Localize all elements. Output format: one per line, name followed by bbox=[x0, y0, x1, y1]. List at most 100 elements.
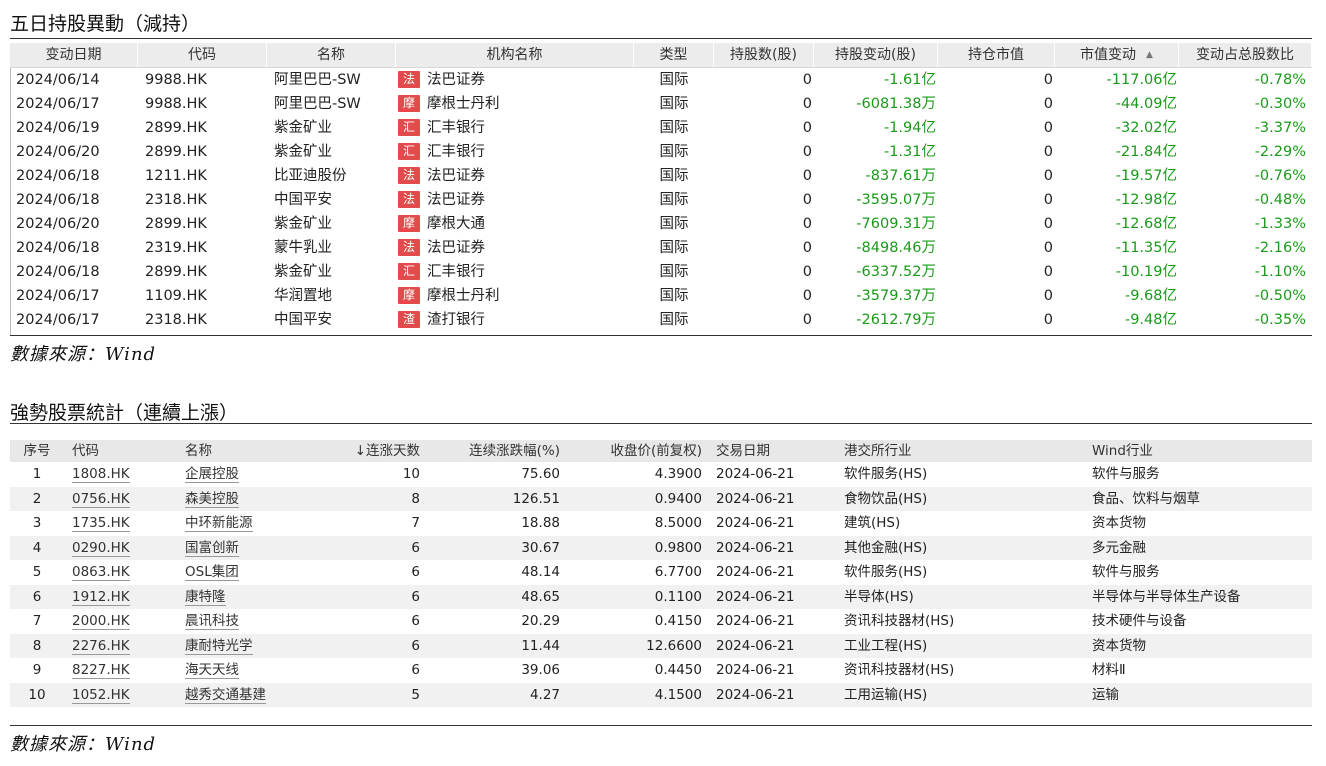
stock-code-link[interactable]: 1912.HK bbox=[72, 588, 130, 606]
cell-wind-industry: 运输 bbox=[1092, 686, 1119, 703]
stock-name-link[interactable]: 康特隆 bbox=[185, 588, 226, 606]
cell-name[interactable]: 紫金矿业 bbox=[267, 116, 396, 140]
cell-name[interactable]: 蒙牛乳业 bbox=[267, 236, 396, 260]
table-row[interactable]: 2024/06/18 2899.HK 紫金矿业汇汇丰银行 国际 0 -6337.52万 0 -… bbox=[10, 260, 1312, 284]
cell-name[interactable]: 紫金矿业 bbox=[267, 260, 396, 284]
cell-code[interactable]: 9988.HK bbox=[138, 92, 267, 116]
table-row[interactable]: 2024/06/17 9988.HK 阿里巴巴-SW 摩摩根士丹利 国际 0 -6081.3… bbox=[10, 92, 1312, 116]
stock-name-link[interactable]: 企展控股 bbox=[185, 466, 239, 483]
table-row[interactable]: 2024/06/18 2318.HK 中国平安法法巴证券 国际 0 -3595.07万 0 -… bbox=[10, 188, 1312, 212]
table-row[interactable]: 2024/06/20 2899.HK 紫金矿业摩摩根大通 国际 0 -7609.31万 0 -… bbox=[10, 212, 1312, 236]
table-row[interactable]: 10 1052.HK 越秀交通基建 5 4.27 4.1500 2024-06-21 工用运输… bbox=[10, 682, 1312, 707]
col-header-shares[interactable]: 持股数(股) bbox=[714, 43, 814, 67]
cell-name[interactable]: 紫金矿业 bbox=[267, 212, 396, 236]
table-row[interactable]: 1 1808.HK 企展控股 10 75.60 4.3900 2024-06-21 软件服务(… bbox=[10, 462, 1312, 487]
institution-name[interactable]: 汇丰银行 bbox=[427, 144, 485, 160]
cell-code[interactable]: 2318.HK bbox=[138, 188, 267, 212]
cell-code[interactable]: 2899.HK bbox=[138, 212, 267, 236]
col-header-code[interactable]: 代码 bbox=[138, 43, 267, 67]
institution-name[interactable]: 摩根士丹利 bbox=[427, 288, 500, 304]
table-row[interactable]: 2024/06/18 2319.HK 蒙牛乳业法法巴证券 国际 0 -8498.46万 0 -… bbox=[10, 236, 1312, 260]
cell-code[interactable]: 2899.HK bbox=[138, 140, 267, 164]
table-row[interactable]: 2024/06/18 1211.HK 比亚迪股份法法巴证券 国际 0 -837.61万 0 -… bbox=[10, 164, 1312, 188]
cell-code[interactable]: 2318.HK bbox=[138, 308, 267, 332]
col-header-close[interactable]: 收盘价(前复权) bbox=[566, 440, 708, 462]
stock-code-link[interactable]: 0290.HK bbox=[72, 539, 130, 557]
stock-code-link[interactable]: 1052.HK bbox=[72, 686, 130, 704]
stock-name-link[interactable]: 晨讯科技 bbox=[185, 613, 239, 630]
cell-name[interactable]: 紫金矿业 bbox=[267, 140, 396, 164]
institution-name[interactable]: 法巴证券 bbox=[427, 240, 485, 256]
table-row[interactable]: 2024/06/17 2318.HK 中国平安渣渣打银行 国际 0 -2612.79万 0 -… bbox=[10, 308, 1312, 332]
col-header-mv-change[interactable]: 市值变动 ▲ bbox=[1055, 43, 1179, 67]
cell-code: 1808.HK bbox=[64, 462, 176, 487]
table-row[interactable]: 6 1912.HK 康特隆 6 48.65 0.1100 2024-06-21 半导体(HS)… bbox=[10, 584, 1312, 609]
cell-name[interactable]: 中国平安 bbox=[267, 188, 396, 212]
cell-code[interactable]: 9988.HK bbox=[138, 68, 267, 92]
col-header-name[interactable]: 名称 bbox=[176, 440, 316, 462]
cell-name[interactable]: 比亚迪股份 bbox=[267, 164, 396, 188]
institution-name[interactable]: 汇丰银行 bbox=[427, 264, 485, 280]
stock-name-link[interactable]: 国富创新 bbox=[185, 539, 239, 557]
table-row[interactable]: 9 8227.HK 海天天线 6 39.06 0.4450 2024-06-21 资讯科技器材… bbox=[10, 658, 1312, 683]
cell-code[interactable]: 2899.HK bbox=[138, 116, 267, 140]
table-row[interactable]: 5 0863.HK OSL集团 6 48.14 6.7700 2024-06-21 软件服务(… bbox=[10, 560, 1312, 585]
cell-name[interactable]: 华润置地 bbox=[267, 284, 396, 308]
col-header-name[interactable]: 名称 bbox=[267, 43, 396, 67]
sort-asc-icon[interactable]: ▲ bbox=[1146, 43, 1153, 67]
cell-name[interactable]: 阿里巴巴-SW bbox=[267, 92, 396, 116]
institution-name[interactable]: 渣打银行 bbox=[427, 312, 485, 328]
cell-trade-date: 2024-06-21 bbox=[716, 637, 795, 654]
stock-name-link[interactable]: 越秀交通基建 bbox=[185, 686, 266, 704]
table-row[interactable]: 8 2276.HK 康耐特光学 6 11.44 12.6600 2024-06-21 工业工程… bbox=[10, 633, 1312, 658]
cell-code[interactable]: 1211.HK bbox=[138, 164, 267, 188]
col-header-up-days[interactable]: ↓连涨天数 bbox=[316, 440, 426, 462]
cell-date: 2024/06/18 bbox=[16, 240, 100, 256]
col-header-hkex-industry[interactable]: 港交所行业 bbox=[835, 440, 1087, 462]
stock-code-link[interactable]: 2276.HK bbox=[72, 637, 130, 655]
stock-code-link[interactable]: 2000.HK bbox=[72, 613, 130, 630]
stock-code-link[interactable]: 1808.HK bbox=[72, 466, 130, 483]
table-row[interactable]: 2 0756.HK 森美控股 8 126.51 0.9400 2024-06-21 食物饮品(… bbox=[10, 486, 1312, 511]
col-header-institution[interactable]: 机构名称 bbox=[396, 43, 634, 67]
table-row[interactable]: 4 0290.HK 国富创新 6 30.67 0.9800 2024-06-21 其他金融(H… bbox=[10, 535, 1312, 560]
table-row[interactable]: 2024/06/14 9988.HK 阿里巴巴-SW 法法巴证券 国际 0 -1.61亿 0 -… bbox=[10, 68, 1312, 92]
stock-name-link[interactable]: 康耐特光学 bbox=[185, 637, 253, 655]
col-header-pct[interactable]: 变动占总股数比 bbox=[1179, 43, 1312, 67]
stock-name-link[interactable]: OSL集团 bbox=[185, 564, 239, 581]
stock-code-link[interactable]: 0756.HK bbox=[72, 490, 130, 508]
institution-name[interactable]: 法巴证券 bbox=[427, 168, 485, 184]
table1-body: 2024/06/14 9988.HK 阿里巴巴-SW 法法巴证券 国际 0 -1.61亿 0-… bbox=[10, 68, 1312, 332]
cell-name[interactable]: 阿里巴巴-SW bbox=[267, 68, 396, 92]
table-row[interactable]: 3 1735.HK 中环新能源 7 18.88 8.5000 2024-06-21 建筑(HS… bbox=[10, 511, 1312, 536]
stock-name-link[interactable]: 海天天线 bbox=[185, 662, 239, 679]
cell-code[interactable]: 2899.HK bbox=[138, 260, 267, 284]
institution-name[interactable]: 法巴证券 bbox=[427, 72, 485, 88]
stock-name-link[interactable]: 森美控股 bbox=[185, 490, 239, 508]
institution-name[interactable]: 摩根大通 bbox=[427, 216, 485, 232]
cell-code[interactable]: 2319.HK bbox=[138, 236, 267, 260]
institution-name[interactable]: 汇丰银行 bbox=[427, 120, 485, 136]
institution-name[interactable]: 摩根士丹利 bbox=[427, 96, 500, 112]
col-header-no[interactable]: 序号 bbox=[10, 440, 64, 462]
table-row[interactable]: 2024/06/19 2899.HK 紫金矿业汇汇丰银行 国际 0 -1.94亿 0 -32.… bbox=[10, 116, 1312, 140]
col-header-trade-date[interactable]: 交易日期 bbox=[708, 440, 835, 462]
cell-cum-pct: 20.29 bbox=[521, 613, 560, 629]
cell-code[interactable]: 1109.HK bbox=[138, 284, 267, 308]
table-row[interactable]: 2024/06/17 1109.HK 华润置地摩摩根士丹利 国际 0 -3579.37万 0… bbox=[10, 284, 1312, 308]
col-header-wind-industry[interactable]: Wind行业 bbox=[1087, 440, 1312, 462]
institution-name[interactable]: 法巴证券 bbox=[427, 192, 485, 208]
stock-name-link[interactable]: 中环新能源 bbox=[185, 515, 253, 532]
table-row[interactable]: 2024/06/20 2899.HK 紫金矿业汇汇丰银行 国际 0 -1.31亿 0 -21.… bbox=[10, 140, 1312, 164]
stock-code-link[interactable]: 1735.HK bbox=[72, 515, 130, 532]
cell-name[interactable]: 中国平安 bbox=[267, 308, 396, 332]
table-row[interactable]: 7 2000.HK 晨讯科技 6 20.29 0.4150 2024-06-21 资讯科技器材… bbox=[10, 609, 1312, 634]
col-header-date[interactable]: 变动日期 bbox=[10, 43, 138, 67]
col-header-share-change[interactable]: 持股变动(股) bbox=[814, 43, 938, 67]
col-header-type[interactable]: 类型 bbox=[634, 43, 714, 67]
col-header-cum-pct[interactable]: 连续涨跌幅(%) bbox=[426, 440, 566, 462]
col-header-code[interactable]: 代码 bbox=[64, 440, 176, 462]
stock-code-link[interactable]: 0863.HK bbox=[72, 564, 130, 581]
stock-code-link[interactable]: 8227.HK bbox=[72, 662, 130, 679]
col-header-market-value[interactable]: 持仓市值 bbox=[938, 43, 1055, 67]
